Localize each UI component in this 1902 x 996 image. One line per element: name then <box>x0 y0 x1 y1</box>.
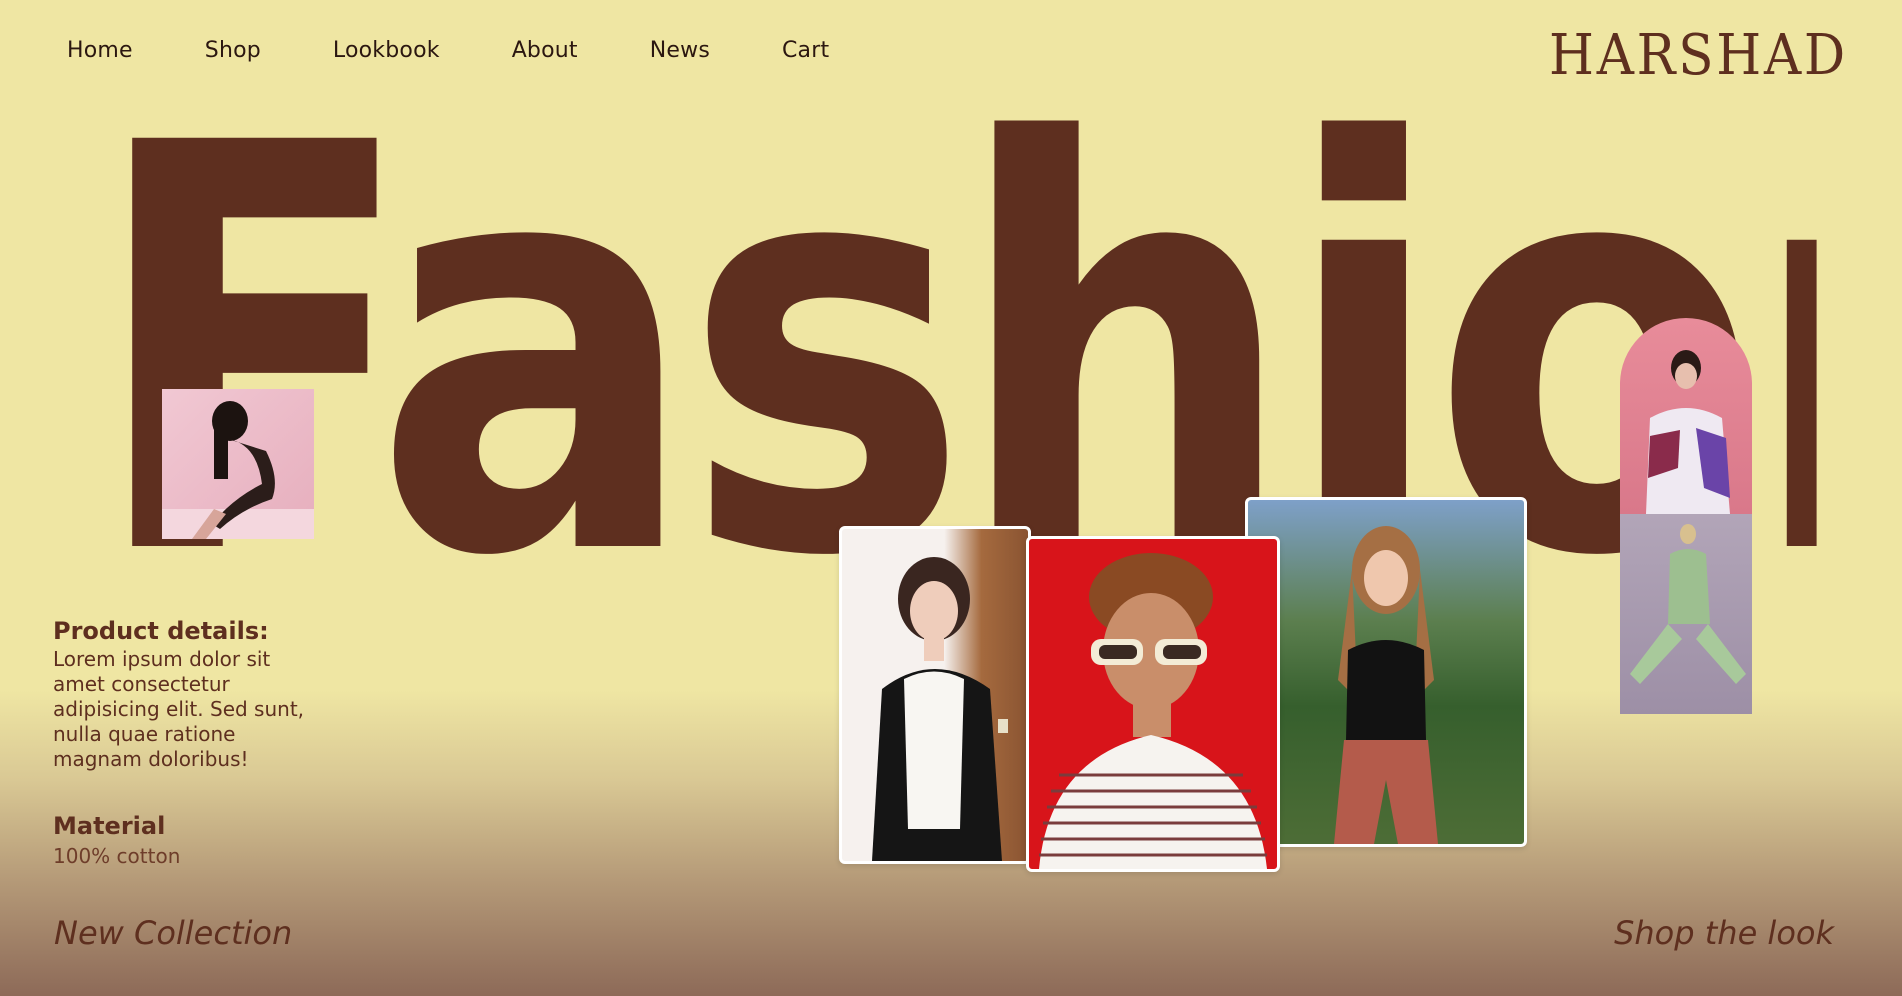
model-outdoor-illustration <box>1334 526 1438 844</box>
nav-lookbook-link[interactable]: Lookbook <box>333 38 440 63</box>
nav-shop-link[interactable]: Shop <box>205 38 261 63</box>
photo-model-outdoor[interactable] <box>1245 497 1527 847</box>
hero-headline: Fashion <box>88 118 1817 588</box>
photo-model-blazer[interactable] <box>839 526 1031 864</box>
brand-logo[interactable]: HARSHAD <box>1549 28 1848 84</box>
photo-model-sitting[interactable] <box>1620 514 1752 714</box>
model-kneeling-illustration <box>162 401 314 539</box>
main-nav: Home Shop Lookbook About News Cart <box>67 38 829 63</box>
nav-about-link[interactable]: About <box>512 38 578 63</box>
photo-model-kneeling[interactable] <box>162 389 314 539</box>
model-jacket-illustration <box>1646 350 1730 514</box>
shop-the-look-link[interactable]: Shop the look <box>1614 914 1834 952</box>
model-blazer-illustration <box>872 557 1008 861</box>
material-title: Material <box>53 812 166 840</box>
material-info: Material 100% cotton <box>53 812 180 868</box>
new-collection-link[interactable]: New Collection <box>54 914 292 952</box>
model-sitting-illustration <box>1630 524 1746 684</box>
nav-news-link[interactable]: News <box>650 38 710 63</box>
product-details-title: Product details: <box>53 617 269 645</box>
product-details-text: Lorem ipsum dolor sit amet consectetur a… <box>53 647 305 771</box>
photo-model-sunglasses[interactable] <box>1026 536 1280 872</box>
product-details: Product details: Lorem ipsum dolor sit a… <box>53 617 323 772</box>
material-value: 100% cotton <box>53 844 181 868</box>
nav-cart-link[interactable]: Cart <box>782 38 829 63</box>
photo-model-jacket-arch[interactable] <box>1620 318 1752 514</box>
model-sunglasses-illustration <box>1039 553 1267 869</box>
nav-home-link[interactable]: Home <box>67 38 133 63</box>
